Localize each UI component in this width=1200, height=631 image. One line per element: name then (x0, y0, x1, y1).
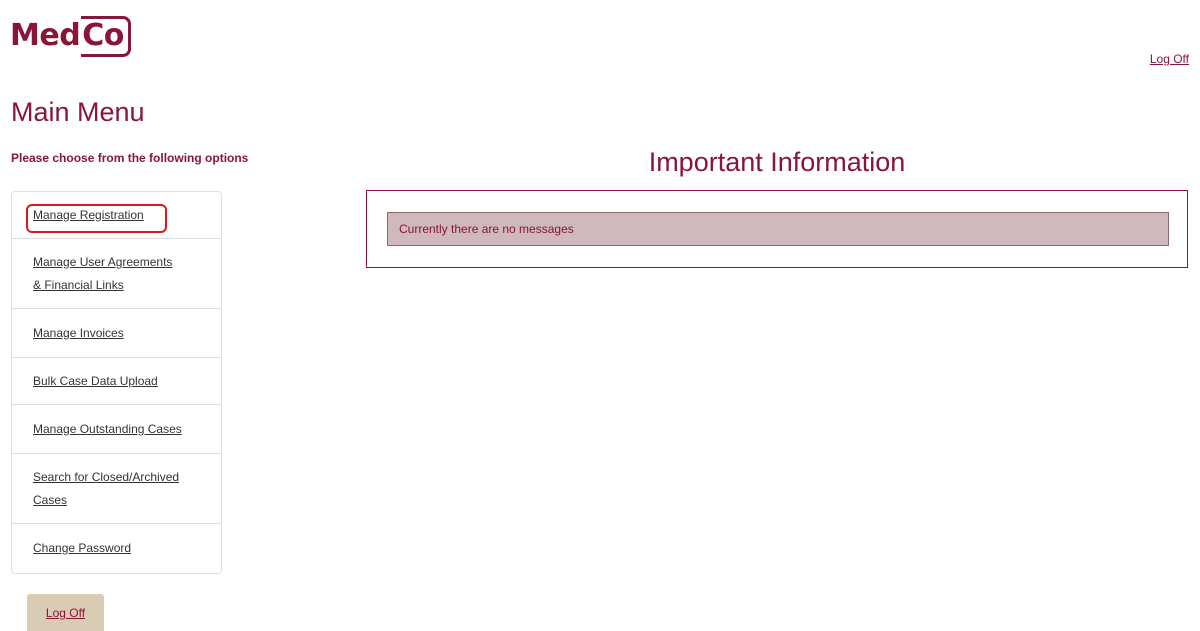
menu-link-line2: & Financial Links (33, 277, 124, 292)
page-title: Main Menu (11, 97, 145, 127)
menu-item-manage-outstanding-cases[interactable]: Manage Outstanding Cases (12, 405, 221, 454)
menu-link-manage-outstanding-cases[interactable]: Manage Outstanding Cases (33, 418, 182, 441)
menu-item-bulk-case-data-upload[interactable]: Bulk Case Data Upload (12, 358, 221, 405)
menu-item-manage-user-agreements[interactable]: Manage User Agreements & Financial Links (12, 239, 221, 309)
menu-link-change-password[interactable]: Change Password (33, 537, 131, 560)
header-logoff-link[interactable]: Log Off (1150, 52, 1189, 66)
menu-link-search-closed-archived[interactable]: Search for Closed/Archived Cases (33, 466, 179, 512)
important-info-heading: Important Information (648, 147, 906, 177)
menu-link-line1: Manage User Agreements (33, 254, 173, 269)
medco-logo[interactable]: Med Co (10, 14, 131, 58)
menu-item-manage-invoices[interactable]: Manage Invoices (12, 309, 221, 358)
menu-link-line1: Search for Closed/Archived (33, 469, 180, 484)
menu-link-manage-invoices[interactable]: Manage Invoices (33, 322, 124, 345)
menu-item-search-closed-archived[interactable]: Search for Closed/Archived Cases (12, 454, 221, 524)
menu-item-manage-registration[interactable]: Manage Registration (12, 192, 221, 239)
page-subtitle: Please choose from the following options (11, 151, 249, 165)
logoff-button[interactable]: Log Off (27, 594, 104, 631)
logo-text-med: Med (10, 18, 81, 53)
highlight-ring (26, 204, 167, 233)
menu-link-manage-user-agreements[interactable]: Manage User Agreements & Financial Links (33, 251, 172, 297)
important-info-panel: Currently there are no messages (366, 190, 1188, 268)
menu-link-bulk-case-data-upload[interactable]: Bulk Case Data Upload (33, 370, 158, 393)
logo-text-co: Co (81, 15, 131, 57)
main-menu: Manage Registration Manage User Agreemen… (11, 191, 222, 574)
menu-item-change-password[interactable]: Change Password (12, 524, 221, 573)
menu-link-line2: Cases (33, 492, 68, 507)
page: Med Co Log Off Main Menu Please choose fr… (0, 0, 1200, 631)
info-message: Currently there are no messages (387, 212, 1169, 246)
